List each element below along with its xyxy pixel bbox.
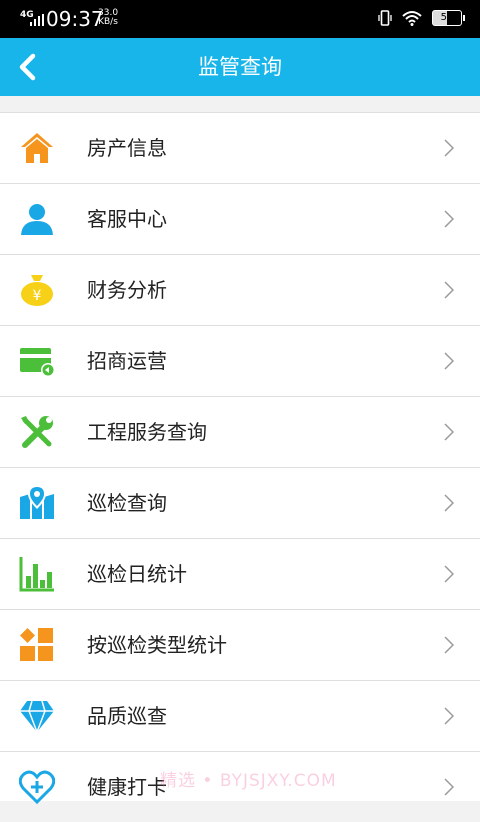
signal-icon — [30, 14, 44, 26]
menu-item-quality-inspection[interactable]: 品质巡查 — [0, 681, 480, 752]
menu-item-label: 工程服务查询 — [87, 420, 207, 444]
network-speed: 33.0 KB/s — [98, 9, 118, 27]
chevron-right-icon — [444, 352, 454, 370]
chevron-right-icon — [444, 281, 454, 299]
menu-item-inspection-query[interactable]: 巡检查询 — [0, 468, 480, 539]
blocks-icon — [20, 628, 53, 661]
menu-item-inspection-daily-stats[interactable]: 巡检日统计 — [0, 539, 480, 610]
menu-item-label: 健康打卡 — [87, 775, 167, 799]
menu-item-property-info[interactable]: 房产信息 — [0, 113, 480, 184]
chevron-right-icon — [444, 565, 454, 583]
vibrate-icon — [378, 10, 392, 26]
menu-item-investment-operations[interactable]: 招商运营 — [0, 326, 480, 397]
card-icon — [20, 348, 55, 377]
chevron-right-icon — [444, 636, 454, 654]
menu-item-label: 按巡检类型统计 — [87, 633, 227, 657]
menu-list: 房产信息 客服中心 ¥ 财务分析 招商运营 工程服务查询 巡检查询 巡检日统计 … — [0, 112, 480, 805]
menu-item-label: 品质巡查 — [87, 704, 167, 728]
app-bar: 监管查询 — [0, 38, 480, 96]
chevron-right-icon — [444, 210, 454, 228]
menu-item-engineering-query[interactable]: 工程服务查询 — [0, 397, 480, 468]
chevron-right-icon — [444, 494, 454, 512]
menu-item-stats-by-inspection-type[interactable]: 按巡检类型统计 — [0, 610, 480, 681]
menu-item-label: 客服中心 — [87, 207, 167, 231]
person-icon — [21, 204, 53, 235]
clock: 09:37 — [46, 7, 104, 31]
battery-level: 50 — [440, 12, 454, 23]
status-bar: 4G 09:37 33.0 KB/s 50 — [0, 0, 480, 38]
menu-item-financial-analysis[interactable]: ¥ 财务分析 — [0, 255, 480, 326]
page-title: 监管查询 — [198, 55, 282, 79]
menu-item-label: 财务分析 — [87, 278, 167, 302]
menu-item-health-checkin[interactable]: 健康打卡 — [0, 752, 480, 822]
wifi-icon — [402, 11, 422, 26]
menu-item-customer-service[interactable]: 客服中心 — [0, 184, 480, 255]
menu-item-label: 房产信息 — [87, 136, 167, 160]
svg-text:¥: ¥ — [33, 288, 42, 304]
status-icons: 50 — [378, 9, 465, 27]
chevron-right-icon — [444, 778, 454, 796]
chevron-right-icon — [444, 423, 454, 441]
money-bag-icon: ¥ — [21, 275, 53, 306]
diamond-icon — [20, 700, 54, 734]
battery-icon: 50 — [432, 10, 465, 26]
map-pin-icon — [20, 485, 54, 519]
chevron-right-icon — [444, 139, 454, 157]
bar-chart-icon — [19, 557, 54, 592]
speed-unit: KB/s — [98, 17, 118, 27]
menu-item-label: 巡检查询 — [87, 491, 167, 515]
chevron-right-icon — [444, 707, 454, 725]
menu-item-label: 巡检日统计 — [87, 562, 187, 586]
house-icon — [21, 133, 53, 163]
tools-icon — [21, 416, 53, 448]
menu-item-label: 招商运营 — [87, 349, 167, 373]
